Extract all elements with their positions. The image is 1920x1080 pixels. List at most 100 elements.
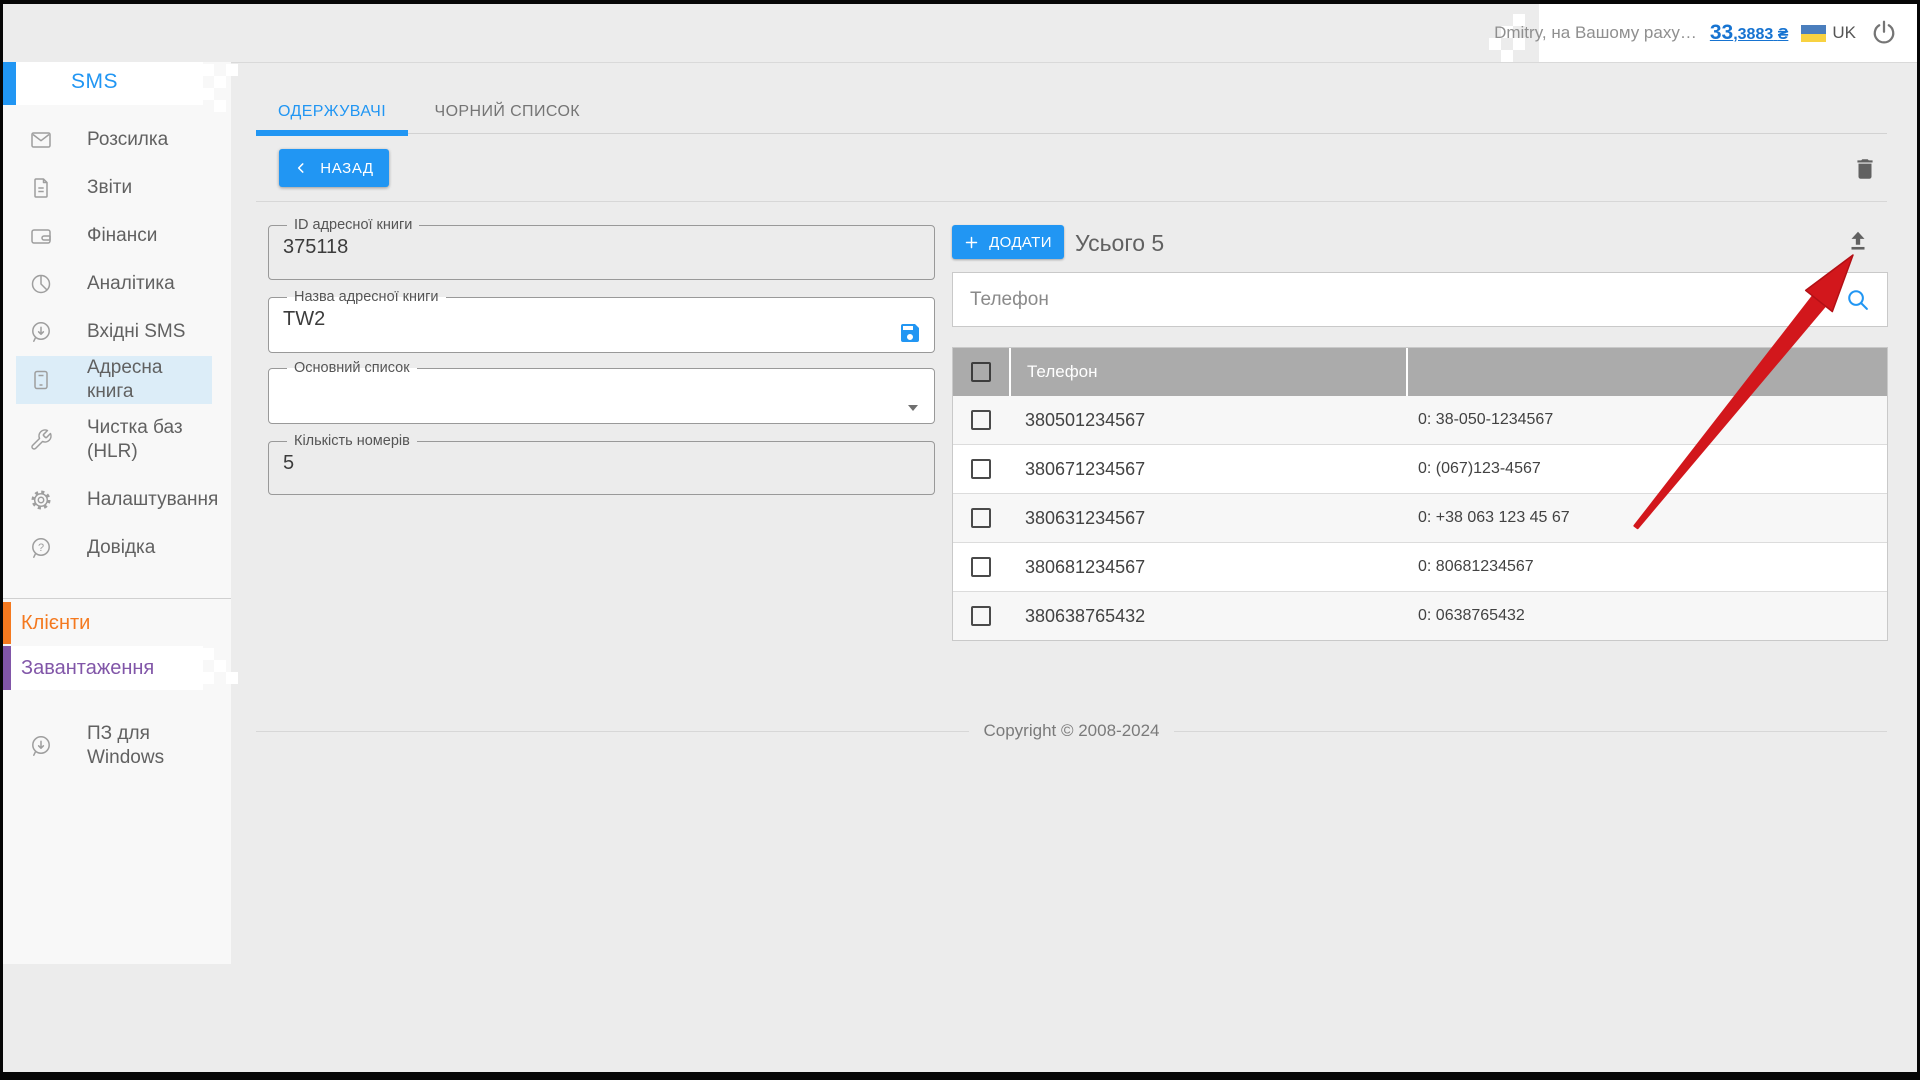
- sms-active-bar: [3, 62, 16, 105]
- logout-power-icon[interactable]: [1869, 18, 1899, 48]
- sidebar-item-pz-dlia-windows[interactable]: ПЗ для Windows: [3, 710, 231, 782]
- field-label: Основний список: [287, 360, 417, 376]
- select-all-checkbox[interactable]: [971, 362, 991, 382]
- toolbar-divider: [256, 201, 1887, 202]
- sidebar-item-adresna-knyha[interactable]: Адресна книга: [3, 356, 231, 404]
- chevron-left-icon: [294, 161, 308, 175]
- total-count-label: Усього 5: [1075, 230, 1164, 257]
- phone-cell: 380631234567: [1009, 508, 1406, 529]
- format-cell: 0: 0638765432: [1406, 607, 1887, 625]
- field-label: ID адресної книги: [287, 217, 419, 233]
- balance-link[interactable]: 33,3883 ₴: [1710, 21, 1789, 45]
- back-button[interactable]: НАЗАД: [279, 149, 389, 187]
- tab-chornyi-spysok[interactable]: ЧОРНИЙ СПИСОК: [413, 98, 603, 133]
- field-label: Назва адресної книги: [287, 289, 446, 305]
- pixel-decoration: [214, 660, 226, 672]
- field-main-list-select[interactable]: Основний список: [268, 360, 935, 424]
- phone-search-box: [952, 272, 1888, 327]
- incoming-sms-icon: [29, 320, 53, 344]
- language-code: UK: [1832, 23, 1856, 43]
- sidebar-item-finansy[interactable]: Фінанси: [3, 212, 231, 260]
- upload-icon[interactable]: [1845, 228, 1871, 254]
- report-icon: [29, 176, 53, 200]
- sidebar-item-label: Аналітика: [87, 272, 213, 296]
- sidebar-item-zvity[interactable]: Звіти: [3, 164, 231, 212]
- top-bar: Dmitry, на Вашому раху… 33,3883 ₴ UK: [3, 4, 1917, 63]
- help-icon: ?: [29, 536, 53, 560]
- phone-cell: 380638765432: [1009, 606, 1406, 627]
- footer-line: [1174, 731, 1887, 732]
- address-book-icon: [29, 368, 53, 392]
- back-button-label: НАЗАД: [320, 160, 373, 177]
- table-row: 380671234567 0: (067)123-4567: [953, 444, 1887, 493]
- ukraine-flag-icon: [1801, 25, 1826, 42]
- screenshot-frame: Dmitry, на Вашому раху… 33,3883 ₴ UK SMS…: [0, 0, 1920, 1080]
- format-cell: 0: 80681234567: [1406, 558, 1887, 576]
- sidebar-item-label: Довідка: [87, 536, 213, 560]
- downloads-accent-bar: [3, 646, 11, 690]
- svg-text:?: ?: [38, 542, 44, 554]
- address-book-name-value[interactable]: TW2: [283, 308, 922, 332]
- hlr-wrench-icon: [29, 428, 53, 452]
- search-icon[interactable]: [1845, 287, 1871, 313]
- row-checkbox[interactable]: [971, 459, 991, 479]
- tab-oderzhuvachi[interactable]: ОДЕРЖУВАЧІ: [256, 98, 408, 133]
- user-info-panel: Dmitry, на Вашому раху… 33,3883 ₴ UK: [1539, 4, 1917, 62]
- sidebar-item-label: Фінанси: [87, 224, 213, 248]
- sidebar-item-chystka-baz-hlr[interactable]: Чистка баз (HLR): [3, 404, 231, 476]
- field-address-book-name[interactable]: Назва адресної книги TW2: [268, 289, 935, 353]
- user-balance-label: Dmitry, на Вашому раху…: [1494, 23, 1697, 43]
- sidebar-item-label: Налаштування: [87, 488, 213, 512]
- phone-search-input[interactable]: [953, 288, 1845, 312]
- pixel-decoration: [202, 88, 214, 100]
- trash-icon[interactable]: [1852, 156, 1878, 182]
- format-column-header: [1408, 348, 1887, 396]
- sidebar-item-rozsylka[interactable]: Розсилка: [3, 116, 231, 164]
- table-row: 380501234567 0: 38-050-1234567: [953, 396, 1887, 444]
- format-cell: 0: 38-050-1234567: [1406, 411, 1887, 429]
- select-all-header-cell: [953, 348, 1009, 396]
- clients-label: Клієнти: [21, 612, 90, 635]
- format-cell: 0: +38 063 123 45 67: [1406, 509, 1887, 527]
- table-header: Телефон: [953, 348, 1887, 396]
- address-book-id-value: 375118: [283, 236, 922, 260]
- sidebar-item-label: Розсилка: [87, 128, 213, 152]
- sidebar-item-vhidni-sms[interactable]: Вхідні SMS: [3, 308, 231, 356]
- sidebar-item-dovidka[interactable]: ? Довідка: [3, 524, 231, 572]
- row-checkbox[interactable]: [971, 606, 991, 626]
- field-numbers-count: Кількість номерів 5: [268, 433, 935, 495]
- main-list-value[interactable]: [283, 379, 922, 403]
- phones-table: Телефон 380501234567 0: 38-050-1234567 3…: [952, 347, 1888, 641]
- sidebar-section-sms[interactable]: SMS: [3, 62, 203, 105]
- table-row: 380631234567 0: +38 063 123 45 67: [953, 493, 1887, 542]
- tab-bar: ОДЕРЖУВАЧІ ЧОРНИЙ СПИСОК: [256, 98, 1887, 134]
- dropdown-arrow-icon[interactable]: [906, 400, 920, 410]
- sidebar-item-kliienty[interactable]: Клієнти: [3, 602, 231, 644]
- table-row: 380638765432 0: 0638765432: [953, 591, 1887, 640]
- pixel-decoration: [202, 648, 214, 660]
- row-checkbox[interactable]: [971, 410, 991, 430]
- windows-label: ПЗ для Windows: [87, 722, 213, 770]
- row-checkbox[interactable]: [971, 557, 991, 577]
- add-button[interactable]: ДОДАТИ: [952, 225, 1064, 259]
- sidebar-item-label: Адресна книга: [87, 356, 213, 404]
- sms-section-title: SMS: [71, 70, 118, 94]
- save-icon[interactable]: [898, 321, 922, 345]
- wallet-icon: [29, 224, 53, 248]
- field-label: Кількість номерів: [287, 433, 417, 449]
- sidebar-item-zavantazhennia[interactable]: Завантаження: [3, 646, 231, 690]
- sidebar-nav: Розсилка Звіти Фінанси Аналітика Вхідні …: [3, 116, 231, 572]
- format-cell: 0: (067)123-4567: [1406, 460, 1887, 478]
- plus-icon: [964, 235, 979, 250]
- pixel-decoration: [202, 672, 214, 684]
- clients-accent-bar: [3, 602, 11, 644]
- sidebar-item-nalashtuvannia[interactable]: Налаштування: [3, 476, 231, 524]
- add-button-label: ДОДАТИ: [989, 234, 1052, 251]
- phone-cell: 380671234567: [1009, 459, 1406, 480]
- sidebar-item-analityka[interactable]: Аналітика: [3, 260, 231, 308]
- phone-column-header: Телефон: [1011, 348, 1406, 396]
- sidebar-divider: [3, 598, 231, 599]
- language-selector[interactable]: UK: [1801, 23, 1856, 43]
- row-checkbox[interactable]: [971, 508, 991, 528]
- pixel-decoration: [202, 64, 214, 76]
